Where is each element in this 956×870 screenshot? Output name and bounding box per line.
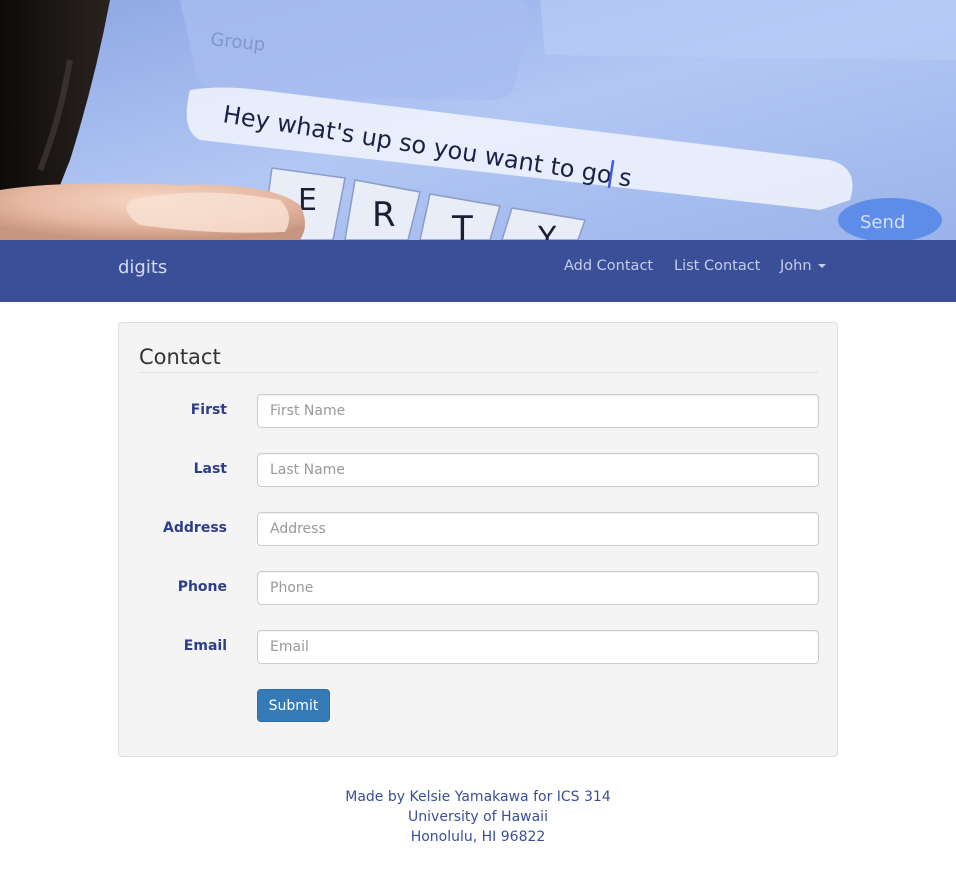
form-row-address: Address xyxy=(119,512,839,546)
nav-add-contact[interactable]: Add Contact xyxy=(564,258,653,274)
footer-address: Honolulu, HI 96822 xyxy=(410,829,546,845)
caret-down-icon xyxy=(817,264,826,268)
first-name-input[interactable] xyxy=(257,394,819,428)
svg-text:Y: Y xyxy=(537,221,557,240)
email-input[interactable] xyxy=(257,630,819,664)
last-label: Last xyxy=(193,461,227,477)
svg-text:Send: Send xyxy=(860,212,905,233)
email-label: Email xyxy=(183,638,227,654)
svg-text:R: R xyxy=(372,195,396,235)
navbar: digits Add Contact List Contact John xyxy=(0,240,956,302)
phone-label: Phone xyxy=(177,579,227,595)
nav-list-contact[interactable]: List Contact xyxy=(674,258,760,274)
svg-text:T: T xyxy=(451,209,473,240)
phone-input[interactable] xyxy=(257,571,819,605)
divider xyxy=(139,372,818,373)
form-row-last: Last xyxy=(119,453,839,487)
user-dropdown[interactable]: John xyxy=(780,258,826,274)
address-input[interactable] xyxy=(257,512,819,546)
brand-link[interactable]: digits xyxy=(118,257,167,278)
contact-form: Contact First Last Address Phone Email S… xyxy=(118,322,838,757)
user-name: John xyxy=(780,258,812,274)
submit-button[interactable]: Submit xyxy=(257,689,330,722)
footer-credit: Made by Kelsie Yamakawa for ICS 314 xyxy=(345,789,611,805)
footer: Made by Kelsie Yamakawa for ICS 314 Univ… xyxy=(0,787,956,847)
footer-university: University of Hawaii xyxy=(408,809,548,825)
hero-banner: Group Hey what's up so you want to go s … xyxy=(0,0,956,240)
form-row-first: First xyxy=(119,394,839,428)
last-name-input[interactable] xyxy=(257,453,819,487)
address-label: Address xyxy=(163,520,227,536)
form-row-email: Email xyxy=(119,630,839,664)
first-label: First xyxy=(190,402,227,418)
form-title: Contact xyxy=(139,345,221,369)
form-row-phone: Phone xyxy=(119,571,839,605)
hero-image: Group Hey what's up so you want to go s … xyxy=(0,0,956,240)
